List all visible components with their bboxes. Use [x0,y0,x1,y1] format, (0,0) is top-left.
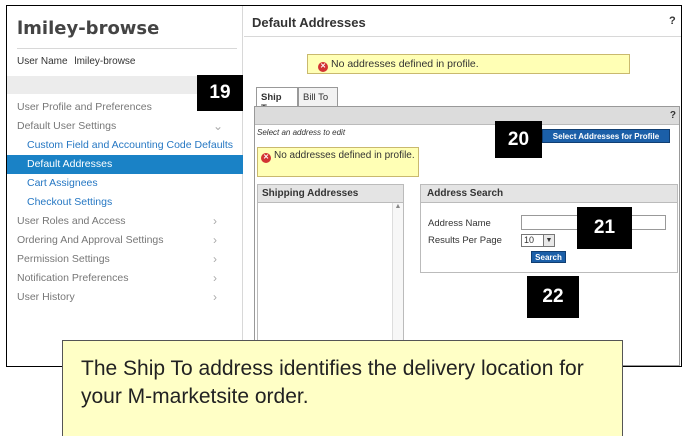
sidebar-item-default-addresses[interactable]: Default Addresses [7,155,243,174]
chevron-right-icon: › [213,233,217,247]
warning-text: No addresses defined in profile. [274,150,415,161]
shipping-addresses-list: Shipping Addresses ▲ [257,184,404,364]
sidebar-item-label: User Roles and Access [17,215,126,227]
help-icon[interactable]: ? [670,110,676,121]
panel-warning-message: ✕ No addresses defined in profile. [257,147,419,177]
user-name-label: User Name [17,56,68,67]
chevron-right-icon: › [213,271,217,285]
error-icon: ✕ [261,153,271,163]
results-per-page-select[interactable]: 10 ▼ [521,234,555,247]
sidebar-item-label: User Profile and Preferences [17,101,152,113]
callout-19: 19 [197,75,243,111]
main-content: Default Addresses ? ✕ No addresses define… [244,6,681,366]
sidebar-item-label: Notification Preferences [17,272,129,284]
sidebar-item-default-user-settings[interactable]: Default User Settings ⌄ [7,117,243,136]
sidebar-item-user-history[interactable]: User History › [7,288,243,307]
sidebar-item-checkout-settings[interactable]: Checkout Settings [7,193,243,212]
sidebar-item-cart-assignees[interactable]: Cart Assignees [7,174,243,193]
page-title: Default Addresses [252,15,366,30]
sidebar-item-label: Ordering And Approval Settings [17,234,164,246]
results-per-page-label: Results Per Page [428,235,502,246]
explanation-note: The Ship To address identifies the deliv… [62,340,623,436]
sidebar-item-label: Cart Assignees [27,177,98,189]
sidebar-item-label: User History [17,291,75,303]
chevron-right-icon: › [213,214,217,228]
sidebar-title: lmiley-browse [17,18,160,39]
scroll-up-icon[interactable]: ▲ [395,203,402,210]
select-hint: Select an address to edit [257,128,346,137]
tab-bill-to[interactable]: Bill To [298,87,338,107]
sidebar: lmiley-browse User Name lmiley-browse Us… [7,6,243,366]
search-button[interactable]: Search [531,251,566,263]
sidebar-item-label: Checkout Settings [27,196,113,208]
chevron-down-icon: ▼ [543,235,554,246]
warning-text: No addresses defined in profile. [331,58,479,70]
sidebar-nav: User Profile and Preferences Default Use… [7,98,243,307]
scrollbar[interactable]: ▲ [392,203,403,363]
sidebar-item-custom-field-defaults[interactable]: Custom Field and Accounting Code Default… [7,136,243,155]
user-name-value: lmiley-browse [74,56,136,67]
error-icon: ✕ [318,62,328,72]
sidebar-item-ordering-approval[interactable]: Ordering And Approval Settings › [7,231,243,250]
divider [17,48,237,49]
shipping-addresses-header: Shipping Addresses [258,185,403,203]
chevron-right-icon: › [213,290,217,304]
help-icon[interactable]: ? [669,15,676,27]
results-per-page-value: 10 [524,235,535,245]
sidebar-item-label: Custom Field and Accounting Code Default… [27,139,234,151]
sidebar-item-notification-preferences[interactable]: Notification Preferences › [7,269,243,288]
chevron-down-icon: ⌄ [213,119,224,133]
warning-message: ✕ No addresses defined in profile. [307,54,630,74]
sidebar-item-user-roles[interactable]: User Roles and Access › [7,212,243,231]
sidebar-item-permission-settings[interactable]: Permission Settings › [7,250,243,269]
panel-header-bar: ? [255,107,679,125]
app-window: lmiley-browse User Name lmiley-browse Us… [6,5,682,367]
address-search-header: Address Search [421,185,677,203]
callout-20: 20 [495,121,542,158]
tab-ship-to[interactable]: Ship To [256,87,298,114]
select-addresses-button[interactable]: Select Addresses for Profile [542,129,670,143]
sidebar-item-label: Default Addresses [27,158,113,170]
divider [244,36,681,37]
chevron-right-icon: › [213,252,217,266]
user-name-row: User Name lmiley-browse [17,56,139,67]
sidebar-item-label: Permission Settings [17,253,110,265]
address-name-label: Address Name [428,218,491,229]
callout-21: 21 [577,207,632,249]
sidebar-item-label: Default User Settings [17,120,117,132]
address-search-form: Address Search Address Name Results Per … [420,184,678,273]
callout-22: 22 [527,276,579,318]
